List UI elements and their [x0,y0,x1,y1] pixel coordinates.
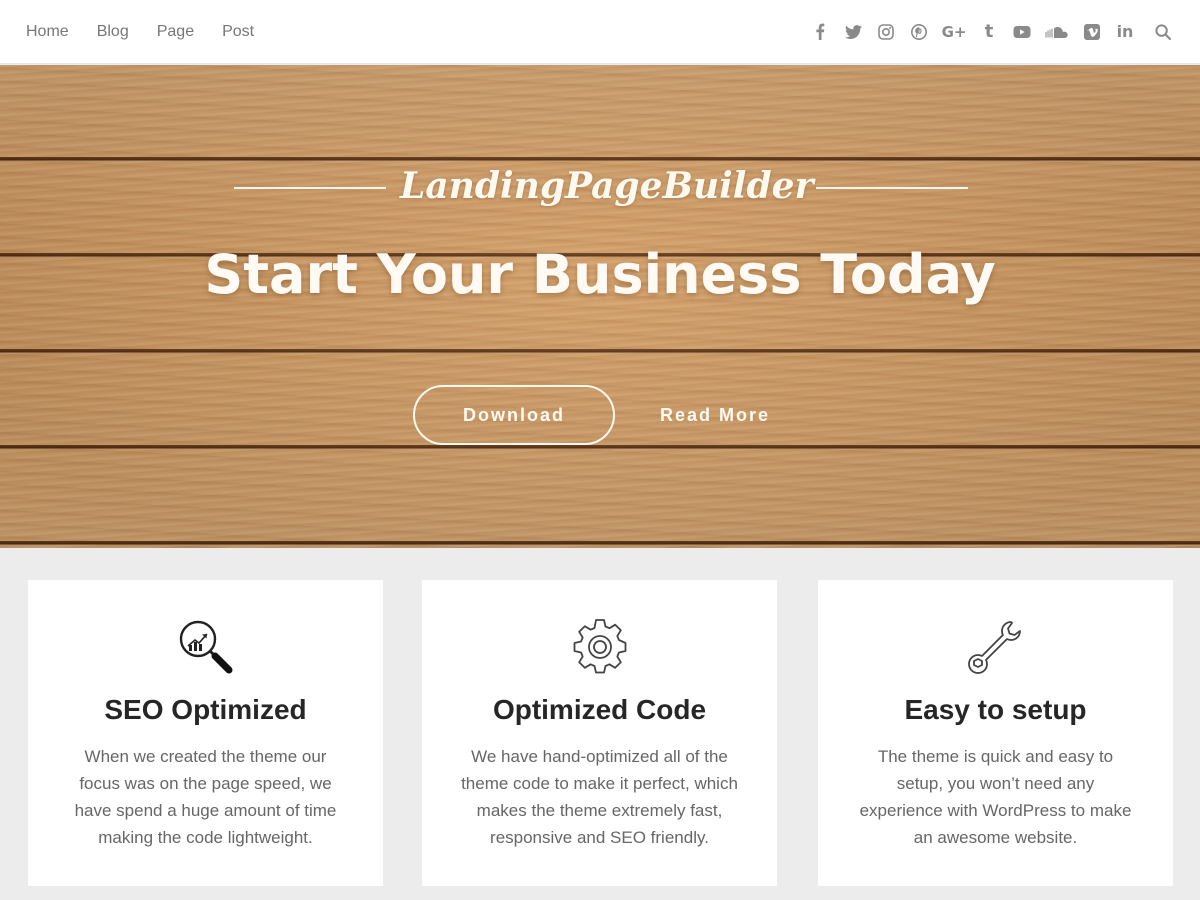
hero-banner: LandingPageBuilder Start Your Business T… [0,65,1200,548]
twitter-icon[interactable] [843,22,863,42]
feature-title: SEO Optimized [104,694,307,725]
nav-post-link[interactable]: Post [222,0,254,64]
brand-row: LandingPageBuilder [0,165,1200,209]
nav-home-link[interactable]: Home [26,0,69,64]
soundcloud-icon[interactable] [1045,22,1069,42]
google-plus-icon[interactable]: G+ [942,22,967,42]
pinterest-icon[interactable] [909,22,929,42]
seo-magnifier-icon [175,616,237,678]
brand-divider-right [816,187,968,189]
wrench-icon [965,616,1027,678]
search-icon[interactable] [1153,22,1173,42]
feature-card-setup: Easy to setup The theme is quick and eas… [818,580,1173,886]
feature-title: Easy to setup [904,694,1087,725]
vimeo-icon[interactable] [1082,22,1102,42]
facebook-icon[interactable] [810,22,830,42]
nav-page-link[interactable]: Page [157,0,194,64]
top-navbar: Home Blog Page Post G+ t in [0,0,1200,64]
instagram-icon[interactable] [876,22,896,42]
tumblr-icon[interactable]: t [979,21,999,42]
feature-description: We have hand-optimized all of the theme … [461,747,738,847]
feature-card-seo: SEO Optimized When we created the theme … [28,580,383,886]
youtube-icon[interactable] [1012,22,1032,42]
nav-blog-link[interactable]: Blog [97,0,129,64]
social-links: G+ t in [797,21,1173,42]
brand-divider-left [234,187,386,189]
feature-description: The theme is quick and easy to setup, yo… [859,747,1132,847]
site-logo[interactable]: LandingPageBuilder [400,165,814,207]
main-nav: Home Blog Page Post [26,0,282,64]
linkedin-icon[interactable]: in [1115,22,1135,42]
read-more-button[interactable]: Read More [644,385,786,445]
feature-description: When we created the theme our focus was … [74,747,337,847]
download-button[interactable]: Download [413,385,615,445]
feature-card-code: Optimized Code We have hand-optimized al… [422,580,777,886]
feature-title: Optimized Code [492,694,707,725]
gear-icon [569,616,631,678]
hero-title: Start Your Business Today [204,243,996,306]
